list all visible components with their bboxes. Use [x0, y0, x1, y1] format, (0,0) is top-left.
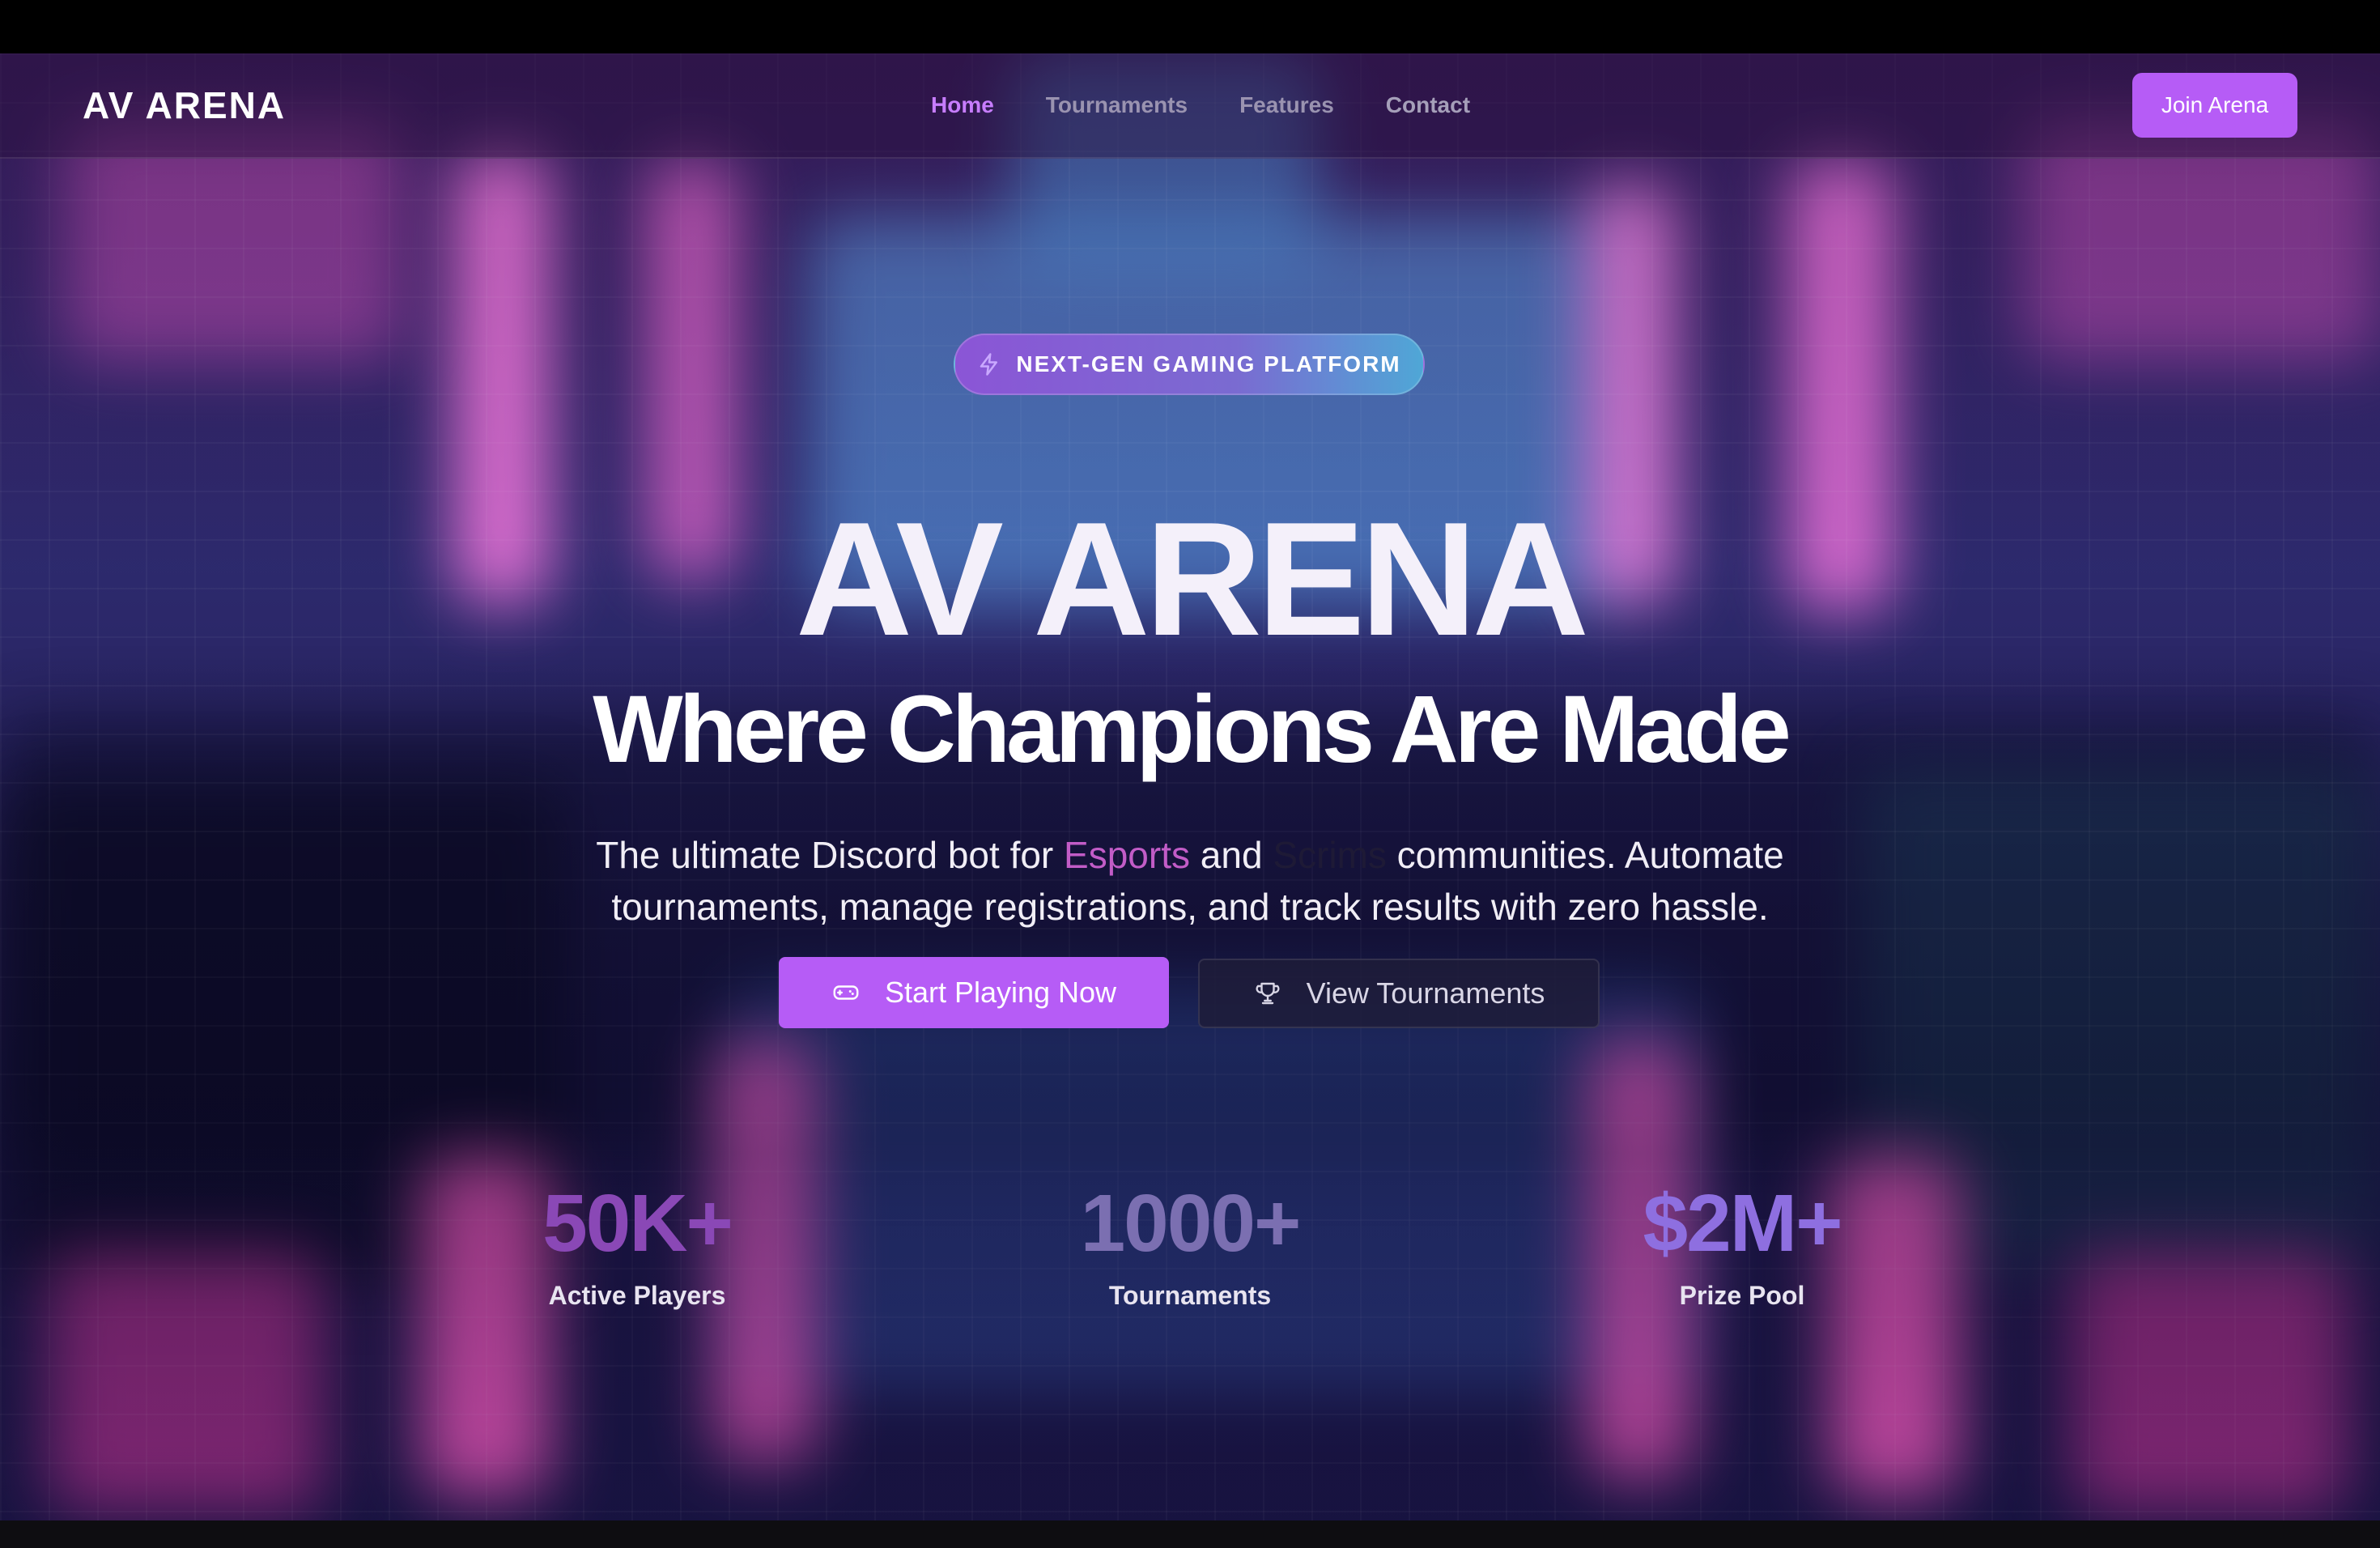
nav-contact[interactable]: Contact	[1386, 81, 1470, 130]
lightning-icon	[980, 353, 998, 376]
gamepad-icon	[833, 985, 859, 1000]
esports-highlight: Esports	[1064, 834, 1190, 876]
bottom-strip	[0, 1520, 2380, 1548]
view-tournaments-button[interactable]: View Tournaments	[1198, 959, 1600, 1028]
hero-description: The ultimate Discord bot for Esports and…	[542, 829, 1838, 933]
trophy-icon	[1256, 982, 1280, 1005]
stat-value: $2M+	[1643, 1178, 1843, 1269]
platform-badge: NEXT-GEN GAMING PLATFORM	[954, 334, 1425, 395]
hero-subtitle: Where Champions Are Made	[593, 676, 1791, 783]
stat-label: Prize Pool	[1679, 1281, 1805, 1310]
desc-text-1: The ultimate Discord bot for	[596, 834, 1065, 876]
hero-title: AV ARENA	[795, 489, 1589, 670]
browser-top-bar	[0, 0, 2380, 53]
stat-prize-pool: $2M+ Prize Pool	[1499, 1179, 1985, 1312]
top-nav: AV ARENA Home Tournaments Features Conta…	[0, 53, 2380, 159]
stat-label: Tournaments	[1108, 1281, 1272, 1310]
stat-tournaments: 1000+ Tournaments	[947, 1179, 1433, 1312]
stat-value: 1000+	[1080, 1178, 1302, 1269]
nav-tournaments[interactable]: Tournaments	[1046, 81, 1188, 130]
logo[interactable]: AV ARENA	[83, 81, 286, 130]
stat-value: 50K+	[542, 1178, 733, 1269]
hero-section: AV ARENA Home Tournaments Features Conta…	[0, 53, 2380, 1520]
start-playing-label: Start Playing Now	[884, 976, 1117, 1009]
join-arena-button[interactable]: Join Arena	[2132, 73, 2297, 138]
desc-text-2: and	[1190, 834, 1273, 876]
badge-label: NEXT-GEN GAMING PLATFORM	[1016, 351, 1401, 376]
start-playing-button[interactable]: Start Playing Now	[779, 957, 1169, 1028]
stat-active-players: 50K+ Active Players	[394, 1179, 880, 1312]
scrims-highlight: Scrims	[1273, 834, 1387, 876]
nav-links: Home Tournaments Features Contact	[931, 81, 1522, 130]
nav-features[interactable]: Features	[1239, 81, 1334, 130]
stat-label: Active Players	[548, 1281, 726, 1310]
view-tournaments-label: View Tournaments	[1306, 976, 1545, 1010]
nav-home[interactable]: Home	[931, 81, 994, 130]
